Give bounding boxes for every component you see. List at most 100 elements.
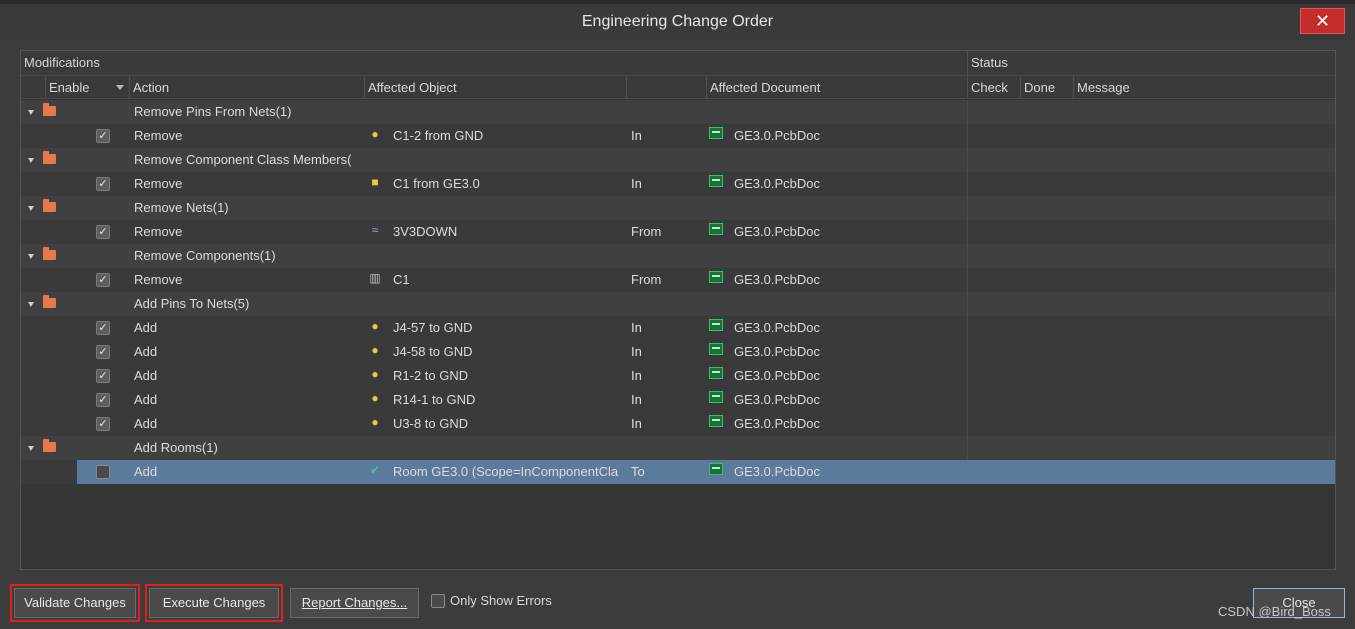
affected-document-cell: GE3.0.PcbDoc xyxy=(734,416,820,431)
window-close-button[interactable]: ✕ xyxy=(1300,8,1345,34)
direction-cell: In xyxy=(631,344,642,359)
header-group-row: Modifications Status xyxy=(21,51,1335,76)
window-title: Engineering Change Order xyxy=(581,13,774,30)
affected-document-cell: GE3.0.PcbDoc xyxy=(734,320,820,335)
pin-icon: ● xyxy=(371,391,379,405)
affected-object-cell: U3-8 to GND xyxy=(393,416,469,431)
group-row[interactable]: Remove Nets(1) xyxy=(21,196,1335,220)
group-row[interactable]: Add Pins To Nets(5) xyxy=(21,292,1335,316)
group-row[interactable]: Remove Components(1) xyxy=(21,244,1335,268)
footer-bar: Validate Changes Execute Changes Report … xyxy=(0,578,1355,629)
pcb-document-icon xyxy=(709,367,723,379)
action-cell: Remove xyxy=(134,176,183,191)
status-cell xyxy=(967,196,1335,220)
enable-checkbox[interactable]: ✓ xyxy=(96,369,110,383)
pcb-document-icon xyxy=(709,415,723,427)
sort-arrow-icon[interactable] xyxy=(116,85,124,90)
collapse-triangle-icon[interactable] xyxy=(28,110,34,115)
action-cell: Add xyxy=(134,344,158,359)
affected-document-cell: GE3.0.PcbDoc xyxy=(734,224,820,239)
group-row[interactable]: Remove Pins From Nets(1) xyxy=(21,100,1335,124)
status-cell xyxy=(967,268,1335,292)
enable-checkbox[interactable]: ✓ xyxy=(96,417,110,431)
affected-object-cell: Room GE3.0 (Scope=InComponentCla xyxy=(393,464,619,479)
action-cell: Add xyxy=(134,392,158,407)
watermark: CSDN @Bird_Boss xyxy=(1218,604,1331,619)
affected-object-cell: C1 xyxy=(393,272,410,287)
enable-checkbox[interactable]: ✓ xyxy=(96,273,110,287)
affected-document-cell: GE3.0.PcbDoc xyxy=(734,344,820,359)
direction-cell: In xyxy=(631,416,642,431)
status-cell xyxy=(967,436,1335,460)
group-label: Remove Component Class Members( xyxy=(134,152,352,167)
status-cell xyxy=(967,364,1335,388)
action-cell: Remove xyxy=(134,272,183,287)
collapse-triangle-icon[interactable] xyxy=(28,446,34,451)
affected-object-cell: J4-58 to GND xyxy=(393,344,473,359)
affected-document-cell: GE3.0.PcbDoc xyxy=(734,392,820,407)
status-cell xyxy=(967,244,1335,268)
header-message[interactable]: Message xyxy=(1073,76,1335,98)
enable-checkbox[interactable] xyxy=(96,465,110,479)
direction-cell: In xyxy=(631,176,642,191)
pin-icon: ● xyxy=(371,319,379,333)
affected-object-cell: 3V3DOWN xyxy=(393,224,458,239)
table-row[interactable]: ✓ Remove ≈3V3DOWN From GE3.0.PcbDoc xyxy=(21,220,1335,244)
validate-changes-button[interactable]: Validate Changes xyxy=(10,584,140,622)
pcb-document-icon xyxy=(709,391,723,403)
collapse-triangle-icon[interactable] xyxy=(28,302,34,307)
action-cell: Add xyxy=(134,416,158,431)
enable-checkbox[interactable]: ✓ xyxy=(96,129,110,143)
header-done[interactable]: Done xyxy=(1020,76,1073,98)
table-row[interactable]: ✓ Remove ● C1-2 from GND In GE3.0.PcbDoc xyxy=(21,124,1335,148)
affected-document-cell: GE3.0.PcbDoc xyxy=(734,176,820,191)
table-row[interactable]: ✓ Add ● J4-57 to GND In GE3.0.PcbDoc xyxy=(21,316,1335,340)
folder-icon xyxy=(43,295,56,308)
table-row[interactable]: ✓ Remove ▥ C1 From GE3.0.PcbDoc xyxy=(21,268,1335,292)
enable-checkbox[interactable]: ✓ xyxy=(96,225,110,239)
group-row[interactable]: Add Rooms(1) xyxy=(21,436,1335,460)
header-enable[interactable]: Enable xyxy=(45,76,129,98)
table-row[interactable]: ✓ Add ● R1-2 to GND In GE3.0.PcbDoc xyxy=(21,364,1335,388)
table-row[interactable]: ✓ Add ● R14-1 to GND In GE3.0.PcbDoc xyxy=(21,388,1335,412)
action-cell: Remove xyxy=(134,128,183,143)
table-row[interactable]: ✓ Add ● U3-8 to GND In GE3.0.PcbDoc xyxy=(21,412,1335,436)
report-changes-button[interactable]: Report Changes... xyxy=(290,588,419,618)
affected-object-cell: J4-57 to GND xyxy=(393,320,473,335)
table-row[interactable]: ✓ Add ● J4-58 to GND In GE3.0.PcbDoc xyxy=(21,340,1335,364)
only-show-errors-checkbox[interactable] xyxy=(431,594,445,608)
status-cell xyxy=(967,220,1335,244)
header-status: Status xyxy=(967,51,1335,75)
header-affected-object[interactable]: Affected Object xyxy=(364,76,626,98)
pin-icon: ● xyxy=(371,343,379,357)
action-cell: Remove xyxy=(134,224,183,239)
enable-checkbox[interactable]: ✓ xyxy=(96,177,110,191)
only-show-errors-label: Only Show Errors xyxy=(450,593,552,608)
header-affected-document[interactable]: Affected Document xyxy=(706,76,967,98)
folder-icon xyxy=(43,103,56,116)
table-row[interactable]: Add ✔ Room GE3.0 (Scope=InComponentCla To GE… xyxy=(21,460,1335,484)
enable-checkbox[interactable]: ✓ xyxy=(96,321,110,335)
table-row[interactable]: ✓ Remove ■ C1 from GE3.0 In GE3.0.PcbDoc xyxy=(21,172,1335,196)
action-cell: Add xyxy=(134,368,158,383)
header-action[interactable]: Action xyxy=(129,76,364,98)
direction-cell: From xyxy=(631,224,662,239)
pcb-document-icon xyxy=(709,463,723,475)
group-label: Add Rooms(1) xyxy=(134,440,218,455)
pcb-document-icon xyxy=(709,271,723,283)
enable-checkbox[interactable]: ✓ xyxy=(96,345,110,359)
enable-checkbox[interactable]: ✓ xyxy=(96,393,110,407)
affected-document-cell: GE3.0.PcbDoc xyxy=(734,464,820,479)
collapse-triangle-icon[interactable] xyxy=(28,254,34,259)
affected-document-cell: GE3.0.PcbDoc xyxy=(734,368,820,383)
collapse-triangle-icon[interactable] xyxy=(28,206,34,211)
folder-icon xyxy=(43,439,56,452)
direction-cell: To xyxy=(631,464,645,479)
collapse-triangle-icon[interactable] xyxy=(28,158,34,163)
action-cell: Add xyxy=(134,464,158,479)
room-icon: ✔ xyxy=(369,463,381,477)
execute-changes-button[interactable]: Execute Changes xyxy=(145,584,283,622)
group-row[interactable]: Remove Component Class Members( xyxy=(21,148,1335,172)
header-direction[interactable] xyxy=(626,76,706,98)
header-check[interactable]: Check xyxy=(967,76,1020,98)
